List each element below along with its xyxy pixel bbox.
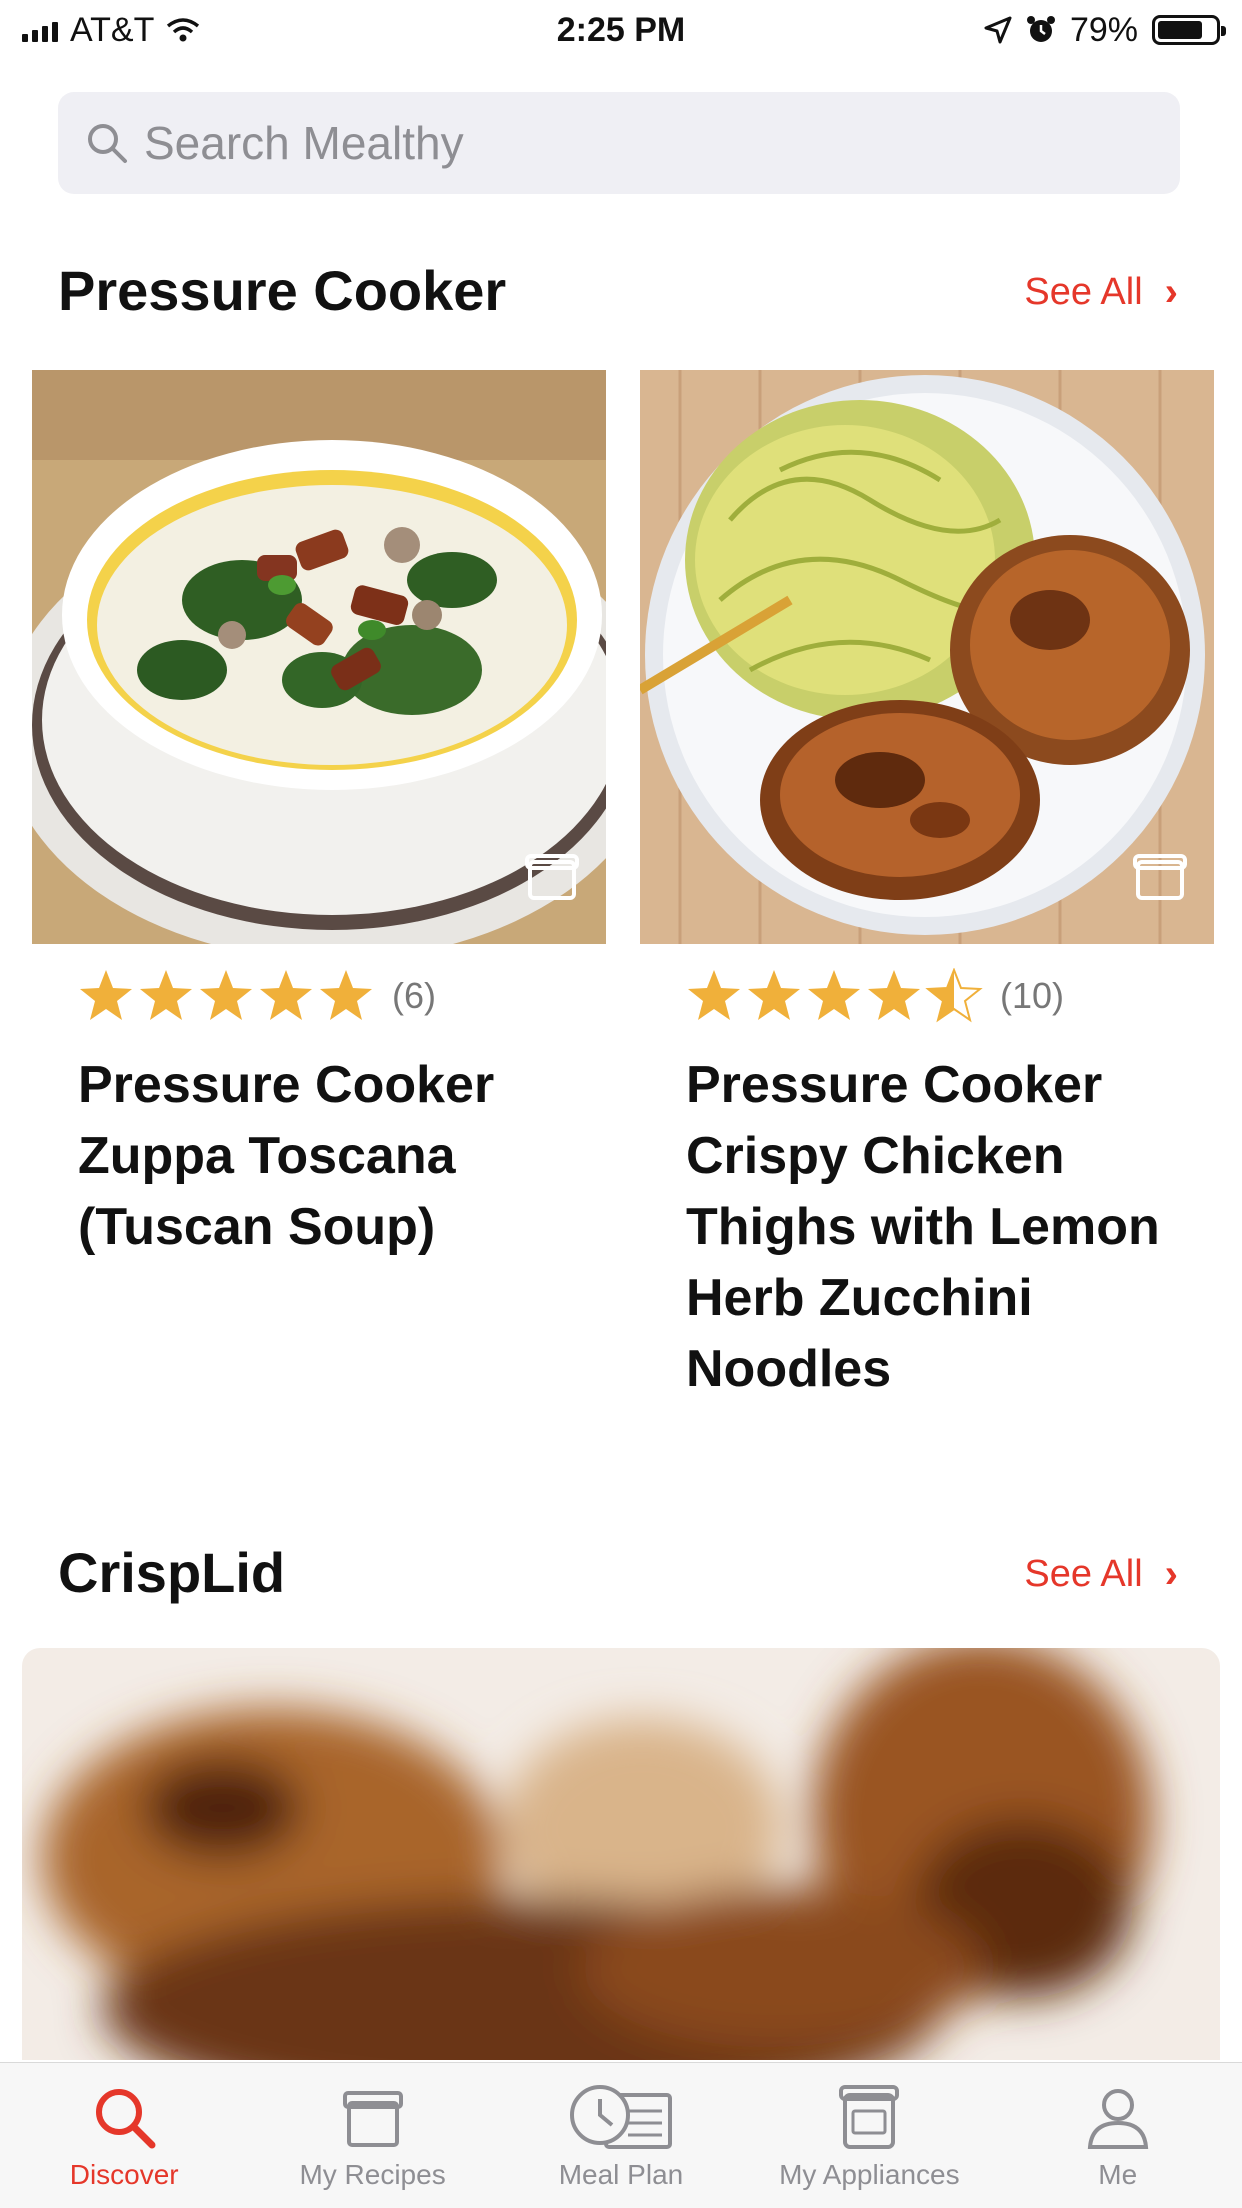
rating-count: (10) bbox=[1000, 975, 1065, 1016]
alarm-icon bbox=[1026, 16, 1055, 42]
see-all-crisplid-button[interactable]: See All › bbox=[1024, 1552, 1178, 1597]
chicken-photo bbox=[640, 370, 1214, 944]
chevron-right-icon: › bbox=[1164, 1552, 1178, 1596]
person-icon bbox=[1087, 2089, 1148, 2149]
recipe-title[interactable]: Pressure Cooker Crispy Chicken Thighs wi… bbox=[686, 1050, 1214, 1405]
tab-discover[interactable]: Discover bbox=[14, 2081, 234, 2191]
chevron-right-icon: › bbox=[1164, 270, 1178, 314]
tab-my-recipes[interactable]: My Recipes bbox=[263, 2081, 483, 2191]
tab-label: Me bbox=[1098, 2159, 1138, 2190]
tab-label: Discover bbox=[69, 2159, 179, 2190]
status-right: 79% bbox=[984, 10, 1226, 50]
see-all-label: See All bbox=[1024, 1553, 1143, 1595]
clock-list-icon bbox=[569, 2085, 672, 2149]
tab-label: My Recipes bbox=[299, 2159, 446, 2190]
tab-label: Meal Plan bbox=[558, 2159, 684, 2190]
recipe-card-crispy-chicken[interactable]: (10) Pressure Cooker Crispy Chicken Thig… bbox=[640, 370, 1214, 1405]
soup-photo bbox=[32, 370, 606, 944]
crisplid-photo bbox=[22, 1648, 1220, 2060]
see-all-pressure-cooker-button[interactable]: See All › bbox=[1024, 270, 1178, 315]
recipe-title[interactable]: Pressure Cooker Zuppa Toscana (Tuscan So… bbox=[78, 1050, 606, 1263]
status-bar: AT&T 2:25 PM 79% bbox=[0, 0, 1242, 60]
rating-count: (6) bbox=[392, 975, 436, 1016]
recipe-box-icon bbox=[342, 2091, 403, 2147]
search-bar[interactable] bbox=[58, 92, 1180, 194]
battery-icon bbox=[1152, 15, 1226, 45]
rating-row: (10) bbox=[686, 968, 1214, 1024]
tab-meal-plan[interactable]: Meal Plan bbox=[511, 2081, 731, 2191]
search-icon bbox=[88, 124, 127, 163]
section-title-crisplid: CrispLid bbox=[58, 1541, 286, 1604]
wifi-icon bbox=[167, 18, 200, 42]
recipe-box-icon[interactable] bbox=[1132, 848, 1188, 904]
recipe-box-icon[interactable] bbox=[524, 848, 580, 904]
recipe-image-zuppa-toscana[interactable] bbox=[32, 370, 606, 944]
signal-icon bbox=[22, 18, 58, 42]
recipe-card-zuppa-toscana[interactable]: (6) Pressure Cooker Zuppa Toscana (Tusca… bbox=[32, 370, 606, 1263]
tab-bar: Discover My Recipes Meal Plan My Applian… bbox=[0, 2062, 1242, 2208]
status-left: AT&T bbox=[22, 11, 200, 50]
section-title-pressure-cooker: Pressure Cooker bbox=[58, 259, 507, 322]
tab-label: My Appliances bbox=[779, 2159, 960, 2190]
star-rating bbox=[78, 968, 378, 1024]
star-rating bbox=[686, 968, 986, 1024]
see-all-label: See All bbox=[1024, 271, 1143, 313]
search-input[interactable] bbox=[144, 116, 1044, 170]
tab-me[interactable]: Me bbox=[1008, 2081, 1228, 2191]
location-icon bbox=[984, 16, 1012, 44]
search-icon bbox=[96, 2089, 156, 2149]
stars-icon bbox=[688, 968, 983, 1023]
rating-row: (6) bbox=[78, 968, 606, 1024]
carrier-label: AT&T bbox=[70, 10, 155, 49]
battery-percent: 79% bbox=[1069, 10, 1138, 49]
stars-icon bbox=[80, 970, 372, 1020]
crisplid-feature-image[interactable] bbox=[22, 1648, 1220, 2060]
tab-my-appliances[interactable]: My Appliances bbox=[759, 2081, 979, 2191]
appliance-icon bbox=[839, 2085, 900, 2149]
recipe-image-crispy-chicken[interactable] bbox=[640, 370, 1214, 944]
